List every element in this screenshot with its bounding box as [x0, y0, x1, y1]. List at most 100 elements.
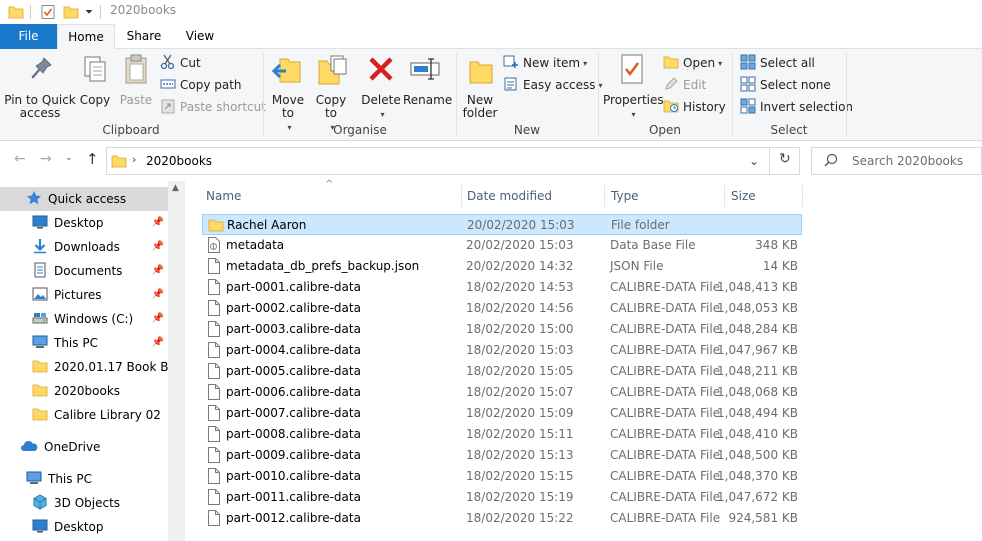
- properties-button[interactable]: Properties ▾: [603, 53, 664, 121]
- history-button[interactable]: History: [663, 97, 726, 117]
- file-size: 1,048,053 KB: [717, 301, 798, 315]
- file-row[interactable]: part-0012.calibre-data 18/02/2020 15:22 CA…: [202, 508, 802, 529]
- pin-icon[interactable]: 📌: [152, 313, 164, 324]
- file-name: Rachel Aaron: [227, 218, 307, 232]
- cut-button[interactable]: Cut: [160, 53, 201, 73]
- nav-item[interactable]: 3D Objects: [0, 491, 168, 515]
- delete-button[interactable]: Delete ▾: [359, 53, 403, 121]
- address-bar[interactable]: › 2020books ⌄: [106, 147, 800, 175]
- file-row[interactable]: part-0001.calibre-data 18/02/2020 14:53 CA…: [202, 277, 802, 298]
- column-separator[interactable]: [724, 185, 725, 207]
- recent-locations-chevron-icon[interactable]: ⌄: [65, 153, 73, 163]
- move-to-button[interactable]: Move to ▾: [268, 53, 308, 134]
- up-arrow-icon[interactable]: ↑: [86, 150, 99, 168]
- refresh-button[interactable]: ↻: [769, 147, 800, 175]
- invert-selection-button[interactable]: Invert selection: [740, 97, 853, 117]
- ribbon-separator: [846, 53, 847, 137]
- file-date: 18/02/2020 15:11: [466, 427, 574, 441]
- pin-icon[interactable]: 📌: [152, 337, 164, 348]
- tab-view[interactable]: View: [176, 24, 224, 49]
- tab-file[interactable]: File: [0, 24, 57, 49]
- nav-item[interactable]: Windows (C:) 📌: [0, 307, 168, 331]
- nav-item[interactable]: 2020books: [0, 379, 168, 403]
- easy-access-button[interactable]: Easy access ▾: [503, 75, 603, 95]
- invert-selection-icon: [740, 98, 756, 117]
- nav-item[interactable]: Downloads 📌: [0, 235, 168, 259]
- file-row[interactable]: metadata_db_prefs_backup.json 20/02/2020 …: [202, 256, 802, 277]
- customize-quick-access-icon[interactable]: ⏷: [85, 3, 93, 21]
- file-row[interactable]: metadata 20/02/2020 15:03 Data Base File 34…: [202, 235, 802, 256]
- pin-icon[interactable]: 📌: [152, 289, 164, 300]
- column-header-name[interactable]: Name: [206, 181, 241, 211]
- file-name: part-0003.calibre-data: [226, 322, 361, 336]
- file-row[interactable]: part-0010.calibre-data 18/02/2020 15:15 CA…: [202, 466, 802, 487]
- pin-icon[interactable]: 📌: [152, 241, 164, 252]
- file-row[interactable]: part-0006.calibre-data 18/02/2020 15:07 CA…: [202, 382, 802, 403]
- nav-item[interactable]: Pictures 📌: [0, 283, 168, 307]
- address-dropdown-icon[interactable]: ⌄: [749, 154, 759, 168]
- column-separator[interactable]: [461, 185, 462, 207]
- column-header-type[interactable]: Type: [611, 181, 639, 211]
- forward-arrow-icon[interactable]: →: [40, 151, 52, 167]
- pin-icon[interactable]: 📌: [152, 217, 164, 228]
- file-icon: [207, 426, 221, 445]
- nav-item[interactable]: This PC: [0, 467, 168, 491]
- nav-item[interactable]: Desktop 📌: [0, 211, 168, 235]
- search-box[interactable]: Search 2020books: [811, 147, 982, 175]
- pin-icon[interactable]: 📌: [152, 265, 164, 276]
- nav-item[interactable]: Desktop: [0, 515, 168, 539]
- file-row[interactable]: part-0005.calibre-data 18/02/2020 15:05 CA…: [202, 361, 802, 382]
- pin-to-quick-access-button[interactable]: Pin to Quick access: [4, 53, 76, 120]
- cloud-icon: [20, 438, 38, 457]
- file-row[interactable]: part-0009.calibre-data 18/02/2020 15:13 CA…: [202, 445, 802, 466]
- nav-item[interactable]: OneDrive: [0, 435, 168, 459]
- file-row[interactable]: part-0004.calibre-data 18/02/2020 15:03 CA…: [202, 340, 802, 361]
- select-none-button[interactable]: Select none: [740, 75, 831, 95]
- nav-item[interactable]: Quick access: [0, 187, 168, 211]
- paste-shortcut-button[interactable]: Paste shortcut: [160, 97, 266, 117]
- new-folder-button[interactable]: New folder: [460, 53, 500, 120]
- file-row[interactable]: part-0011.calibre-data 18/02/2020 15:19 CA…: [202, 487, 802, 508]
- column-separator[interactable]: [604, 185, 605, 207]
- back-arrow-icon[interactable]: ←: [14, 151, 26, 167]
- new-item-button[interactable]: New item ▾: [503, 53, 587, 73]
- file-date: 18/02/2020 15:00: [466, 322, 574, 336]
- scroll-up-icon[interactable]: ▲: [172, 183, 179, 193]
- file-row[interactable]: part-0003.calibre-data 18/02/2020 15:00 CA…: [202, 319, 802, 340]
- column-header-date[interactable]: Date modified: [467, 181, 552, 211]
- rename-button[interactable]: Rename: [403, 53, 452, 107]
- column-separator[interactable]: [802, 185, 803, 207]
- edit-button[interactable]: Edit: [663, 75, 706, 95]
- tab-home[interactable]: Home: [57, 24, 115, 50]
- copy-button[interactable]: Copy: [76, 53, 114, 107]
- nav-item[interactable]: 2020.01.17 Book Backup: [0, 355, 168, 379]
- file-row[interactable]: part-0008.calibre-data 18/02/2020 15:11 CA…: [202, 424, 802, 445]
- file-date: 18/02/2020 15:22: [466, 511, 574, 525]
- file-row[interactable]: part-0002.calibre-data 18/02/2020 14:56 CA…: [202, 298, 802, 319]
- new-folder-quick-icon[interactable]: [63, 3, 79, 21]
- file-name: part-0010.calibre-data: [226, 469, 361, 483]
- copy-to-button[interactable]: Copy to ▾: [311, 53, 351, 134]
- file-name: part-0008.calibre-data: [226, 427, 361, 441]
- nav-item-label: Windows (C:): [54, 312, 134, 326]
- folder-icon: [208, 217, 224, 236]
- nav-scrollbar[interactable]: ▲: [168, 181, 185, 541]
- file-row[interactable]: Rachel Aaron 20/02/2020 15:03 File folder: [202, 214, 802, 235]
- group-label-clipboard: Clipboard: [102, 123, 160, 137]
- nav-item[interactable]: Documents 📌: [0, 259, 168, 283]
- properties-quick-icon[interactable]: [40, 3, 56, 21]
- nav-item[interactable]: This PC 📌: [0, 331, 168, 355]
- breadcrumb-current[interactable]: 2020books: [146, 154, 212, 168]
- breadcrumb-chevron-icon[interactable]: ›: [132, 153, 136, 166]
- select-all-button[interactable]: Select all: [740, 53, 815, 73]
- copy-path-button[interactable]: Copy path: [160, 75, 242, 95]
- nav-item[interactable]: Calibre Library 02: [0, 403, 168, 427]
- group-label-select: Select: [770, 123, 808, 137]
- paste-button[interactable]: Paste: [116, 53, 156, 107]
- file-row[interactable]: part-0007.calibre-data 18/02/2020 15:09 CA…: [202, 403, 802, 424]
- open-button[interactable]: Open ▾: [663, 53, 722, 73]
- file-size: 1,047,672 KB: [717, 490, 798, 504]
- separator: [30, 5, 31, 19]
- tab-share[interactable]: Share: [119, 24, 169, 49]
- column-header-size[interactable]: Size: [731, 181, 756, 211]
